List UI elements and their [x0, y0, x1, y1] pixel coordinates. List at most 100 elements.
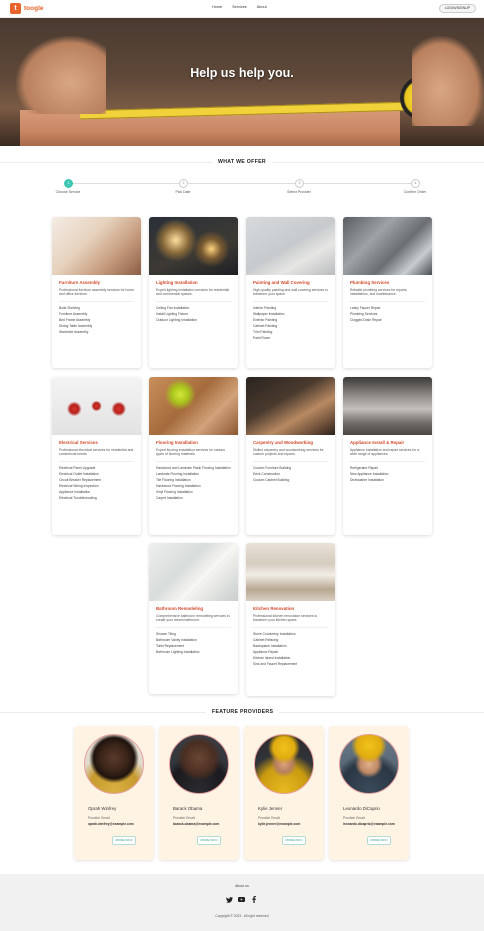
nav-about[interactable]: About	[257, 5, 267, 9]
service-item[interactable]: Leaky Faucet Repair	[350, 306, 425, 310]
service-item[interactable]: Kitchen Island Installation	[253, 656, 328, 660]
service-item[interactable]: Cabinet Refacing	[253, 638, 328, 642]
service-item[interactable]: Ceiling Fan Installation	[156, 306, 231, 310]
lighting-installation-image	[149, 217, 238, 275]
service-item[interactable]: Dining Table Assembly	[59, 324, 134, 328]
step-3-label: Select Provider	[287, 190, 311, 194]
service-item[interactable]: Hardwood Flooring Installation	[156, 484, 231, 488]
provider-avatar	[169, 734, 229, 794]
login-signup-button[interactable]: LOGIN/SIGNUP	[438, 4, 476, 13]
service-item[interactable]: Custom Cabinet Building	[253, 478, 328, 482]
more-info-button[interactable]: MORE INFO	[282, 836, 306, 845]
service-title: Painting and Wall Covering	[253, 280, 310, 285]
card-divider	[156, 300, 231, 302]
service-item[interactable]: Interior Painting	[253, 306, 328, 310]
step-4-indicator[interactable]: 4	[411, 179, 420, 188]
service-item[interactable]: Bathroom Vanity Installation	[156, 638, 231, 642]
service-card-painting-wall-covering[interactable]: Painting and Wall Covering High-quality …	[246, 217, 335, 368]
provider-name: Kylie Jenner	[258, 806, 283, 811]
service-item[interactable]: Laminate Flooring Installation	[156, 472, 231, 476]
booking-stepper: 1 Choose Service 2 Pick Date 3 Select Pr…	[0, 176, 484, 198]
flooring-image	[149, 377, 238, 435]
logo-mark: t	[10, 3, 21, 14]
service-item[interactable]: Stone Countertop Installation	[253, 632, 328, 636]
service-item[interactable]: Electrical Outlet Installation	[59, 472, 134, 476]
provider-card: Leonardo DiCaprio Provider Email: leonar…	[329, 726, 409, 860]
provider-card: Oprah Winfrey Provider Email: oprah.winf…	[74, 726, 154, 860]
service-item[interactable]: Refrigerator Repair	[350, 466, 425, 470]
service-item[interactable]: Tile Flooring Installation	[156, 478, 231, 482]
more-info-button[interactable]: MORE INFO	[112, 836, 136, 845]
service-title: Carpentry and Woodworking	[253, 440, 313, 445]
stepper-line	[68, 183, 416, 184]
service-items: Interior Painting Wallpaper Installation…	[253, 306, 328, 340]
twitter-icon[interactable]	[226, 896, 233, 903]
service-item[interactable]: Appliance Repair	[253, 650, 328, 654]
service-item[interactable]: Backsplash Installation	[253, 644, 328, 648]
service-title: Kitchen Renovation	[253, 606, 295, 611]
youtube-icon[interactable]	[238, 896, 245, 903]
service-card-bathroom-remodeling[interactable]: Bathroom Remodeling Comprehensive bathro…	[149, 543, 238, 694]
appliance-image	[343, 377, 432, 435]
service-item[interactable]: Electrical Wiring Inspection	[59, 484, 134, 488]
service-card-appliance-install-repair[interactable]: Appliance Install & Repair Appliance ins…	[343, 377, 432, 535]
more-info-button[interactable]: MORE INFO	[197, 836, 221, 845]
step-1-label: Choose Service	[55, 190, 81, 194]
service-item[interactable]: Carpet Installation	[156, 496, 231, 500]
service-item[interactable]: Dishwasher Installation	[350, 478, 425, 482]
footer-about-link[interactable]: About us	[0, 884, 484, 888]
service-item[interactable]: Furniture Assembly	[59, 312, 134, 316]
service-item[interactable]: Custom Furniture Building	[253, 466, 328, 470]
electrical-image	[52, 377, 141, 435]
service-item[interactable]: Electrical Panel Upgrade	[59, 466, 134, 470]
step-1-indicator[interactable]: 1	[64, 179, 73, 188]
step-2-indicator[interactable]: 2	[179, 179, 188, 188]
service-item[interactable]: Outdoor Lighting Installation	[156, 318, 231, 322]
service-card-flooring-installation[interactable]: Flooring Installation Expert flooring in…	[149, 377, 238, 535]
painting-image	[246, 217, 335, 275]
service-item[interactable]: Electrical Troubleshooting	[59, 496, 134, 500]
service-item[interactable]: Wallpaper Installation	[253, 312, 328, 316]
service-item[interactable]: Clogged Drain Repair	[350, 318, 425, 322]
service-item[interactable]: Circuit Breaker Replacement	[59, 478, 134, 482]
nav-home[interactable]: Home	[212, 5, 222, 9]
step-3-indicator[interactable]: 3	[295, 179, 304, 188]
service-title: Appliance Install & Repair	[350, 440, 405, 445]
service-item[interactable]: Wardrobe Assembly	[59, 330, 134, 334]
facebook-icon[interactable]	[250, 896, 257, 903]
service-item[interactable]: Bathroom Lighting Installation	[156, 650, 231, 654]
service-card-kitchen-renovation[interactable]: Kitchen Renovation Professional kitchen …	[246, 543, 335, 696]
service-item[interactable]: New Appliance Installation	[350, 472, 425, 476]
service-card-carpentry-woodworking[interactable]: Carpentry and Woodworking Skilled carpen…	[246, 377, 335, 535]
logo[interactable]: t toogle	[10, 3, 44, 14]
provider-avatar	[254, 734, 314, 794]
provider-card: Kylie Jenner Provider Email: kylie.jenne…	[244, 726, 324, 860]
service-item[interactable]: Toilet Replacement	[156, 644, 231, 648]
service-item[interactable]: Bed Frame Assembly	[59, 318, 134, 322]
more-info-button[interactable]: MORE INFO	[367, 836, 391, 845]
service-item[interactable]: Sink and Faucet Replacement	[253, 662, 328, 666]
service-item[interactable]: Shower Tiling	[156, 632, 231, 636]
provider-email-label: Provider Email:	[343, 816, 366, 820]
service-title: Plumbing Services	[350, 280, 390, 285]
service-card-furniture-assembly[interactable]: Furniture Assembly Professional furnitur…	[52, 217, 141, 368]
service-item[interactable]: Vinyl Flooring Installation	[156, 490, 231, 494]
service-item[interactable]: Hardwood and Laminate Plank Flooring Ins…	[156, 466, 231, 470]
service-item[interactable]: Build Shelving	[59, 306, 134, 310]
service-item[interactable]: Exterior Painting	[253, 318, 328, 322]
top-header: t toogle Home Services About LOGIN/SIGNU…	[0, 0, 484, 18]
service-card-lighting-installation[interactable]: Lighting Installation Expert lighting in…	[149, 217, 238, 368]
service-title: Furniture Assembly	[59, 280, 101, 285]
service-item[interactable]: Install Lighting Fixture	[156, 312, 231, 316]
service-item[interactable]: Trim Painting	[253, 330, 328, 334]
service-card-plumbing-services[interactable]: Plumbing Services Reliable plumbing serv…	[343, 217, 432, 368]
nav-services[interactable]: Services	[232, 5, 247, 9]
service-item[interactable]: Paint Room	[253, 336, 328, 340]
service-description: Expert flooring installation services fo…	[156, 448, 225, 457]
service-item[interactable]: Deck Construction	[253, 472, 328, 476]
service-card-electrical-services[interactable]: Electrical Services Professional electri…	[52, 377, 141, 535]
service-item[interactable]: Appliance Installation	[59, 490, 134, 494]
service-items: Refrigerator Repair New Appliance Instal…	[350, 466, 425, 482]
service-item[interactable]: Cabinet Painting	[253, 324, 328, 328]
service-item[interactable]: Plumbing Services	[350, 312, 425, 316]
